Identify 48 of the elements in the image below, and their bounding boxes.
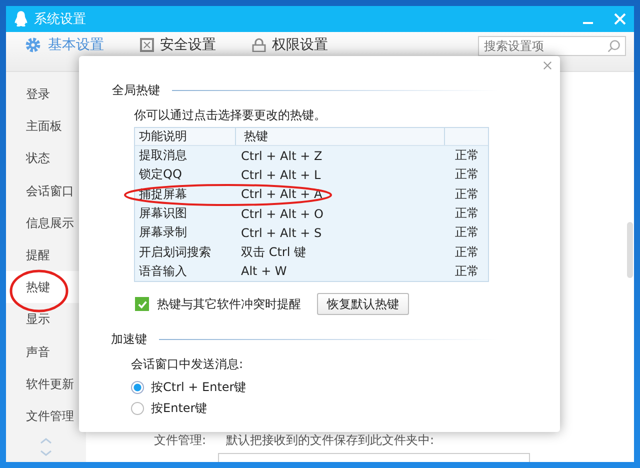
table-cell-text: 正常 [454,186,480,203]
search-field[interactable]: 搜索设置项 [478,36,626,56]
table-cell-text: 提取消息 [138,147,188,164]
table-cell-text: Ctrl + Alt + O [240,206,324,221]
radio-button[interactable] [131,402,144,416]
table-cell-text: 语音输入 [138,262,188,280]
table-cell-text: 双击 Ctrl 键 [240,244,307,261]
table-cell-text: 正常 [454,244,480,261]
folder-path-field[interactable] [218,453,530,462]
table-cell-text: 正常 [454,166,480,184]
radio-button[interactable] [131,381,144,394]
settings-tab[interactable]: 安全设置 [140,36,216,54]
table-cell-text: 锁定QQ [138,166,183,184]
section-title: 全局热键 [112,82,160,99]
section-title: 加速键 [111,331,147,348]
table-cell-text: 屏幕识图 [138,205,188,222]
square-icon [140,38,154,52]
radio-label: 按Enter键 [151,400,208,418]
gear-icon [24,36,42,54]
restore-defaults-button[interactable]: 恢复默认热键 [317,293,409,316]
table-cell-text: Ctrl + Alt + L [240,168,322,182]
table-cell-text: 开启划词搜索 [138,244,212,261]
table-cell-text: 正常 [454,224,480,242]
table-cell-text: Ctrl + Alt + S [240,226,323,240]
scroll-down-icon[interactable] [40,450,52,456]
table-cell-text: 正常 [454,262,480,280]
checkbox[interactable] [135,297,149,312]
checkbox-label: 热键与其它软件冲突时提醒 [157,296,301,313]
table-cell-text: 正常 [454,205,480,222]
setting-label: 会话窗口中发送消息: [131,356,244,374]
setting-description: 默认把接收到的文件保存到此文件夹中: [226,432,434,449]
penguin-icon [14,11,28,27]
table-cell-text: Ctrl + Alt + Z [240,148,324,163]
setting-label: 文件管理: [154,432,206,449]
search-icon [607,39,621,53]
radio-label: 按Ctrl + Enter键 [151,379,246,396]
column-header[interactable]: 功能说明 [135,128,235,145]
window-title: 系统设置 [34,11,86,28]
close-icon[interactable] [543,61,552,70]
table-cell-text: Alt + W [240,264,288,278]
scroll-up-icon[interactable] [40,438,52,444]
lock-icon [252,38,266,52]
column-header[interactable]: 热键 [235,128,444,145]
table-cell-text: 屏幕录制 [138,224,188,242]
table-cell-text: 正常 [454,147,480,164]
scrollbar-thumb[interactable] [627,222,633,278]
instruction-text: 你可以通过点击选择要更改的热键。 [134,107,327,124]
settings-tab[interactable]: 权限设置 [252,36,328,54]
